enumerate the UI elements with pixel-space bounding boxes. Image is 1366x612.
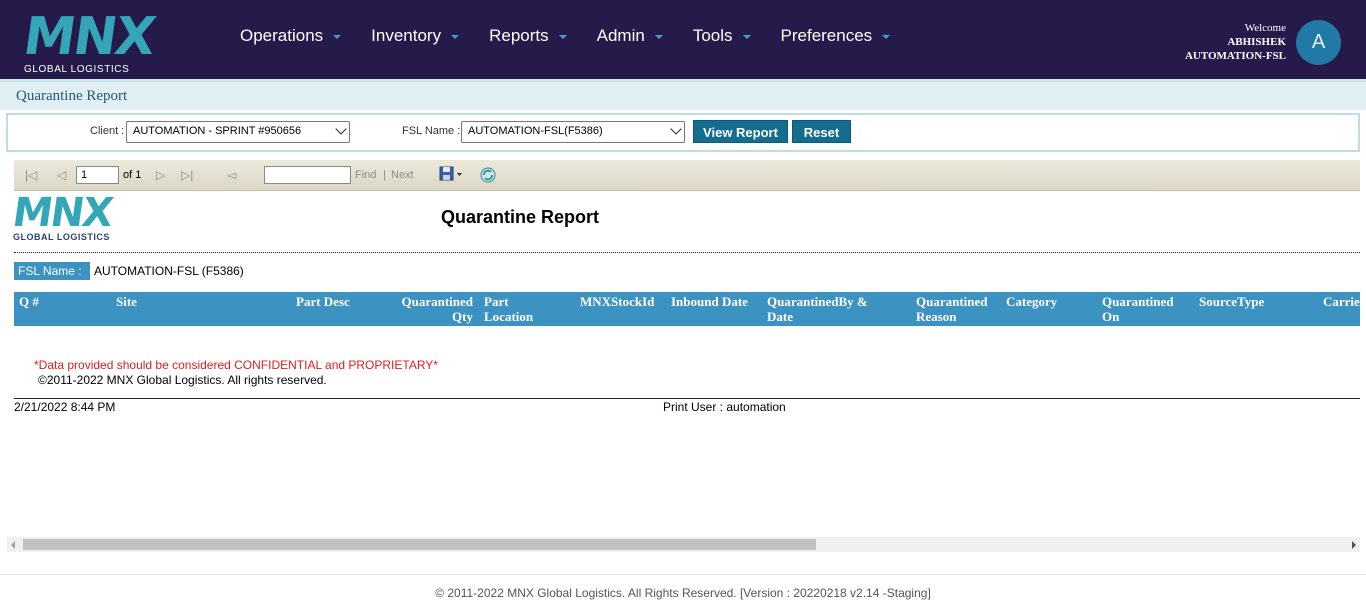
report-copyright: ©2011-2022 MNX Global Logistics. All rig… — [38, 373, 327, 387]
column-header: Part Location — [484, 294, 534, 324]
print-user: Print User : automation — [663, 400, 786, 414]
last-page-icon[interactable]: ▷| — [181, 168, 193, 182]
caret-down-icon — [654, 35, 663, 39]
menu-reports[interactable]: Reports — [489, 26, 567, 46]
main-menu: Operations Inventory Reports Admin Tools… — [240, 0, 920, 72]
report-viewer-toolbar: |◁ ◁ 1 of 1 ▷ ▷| ◅ Find | Next — [14, 160, 1360, 191]
mnx-logo[interactable]: MNX GLOBAL LOGISTICS — [20, 7, 158, 75]
previous-page-icon[interactable]: ◁ — [57, 168, 66, 182]
page-title: Quarantine Report — [16, 88, 128, 104]
page-title-bar: Quarantine Report — [0, 79, 1366, 110]
find-text-input[interactable] — [264, 166, 351, 184]
caret-down-icon — [882, 35, 891, 39]
report-timestamp: 2/21/2022 8:44 PM — [14, 400, 116, 414]
user-first-name: ABHISHEK — [1227, 36, 1286, 48]
caret-down-icon — [558, 35, 567, 39]
menu-admin[interactable]: Admin — [597, 26, 663, 46]
site-footer: © 2011-2022 MNX Global Logistics. All Ri… — [435, 586, 931, 600]
reset-button[interactable]: Reset — [792, 120, 851, 143]
column-header: Q # — [19, 294, 39, 309]
user-avatar[interactable]: A — [1296, 20, 1341, 65]
refresh-icon[interactable] — [479, 166, 497, 189]
column-header: Part Desc — [296, 294, 350, 309]
report-logo-text: MNX — [9, 190, 115, 236]
menu-label: Inventory — [371, 26, 442, 45]
client-select[interactable]: AUTOMATION - SPRINT #950656 — [126, 121, 350, 143]
filter-panel: Client : AUTOMATION - SPRINT #950656 FSL… — [6, 113, 1360, 152]
next-link[interactable]: Next — [391, 169, 414, 181]
welcome-label: Welcome — [1244, 22, 1286, 34]
report-table-header: Q # Site Part Desc Quarantined Qty Part … — [14, 292, 1360, 326]
column-header: Carrie — [1323, 294, 1360, 309]
find-link[interactable]: Find — [355, 169, 376, 181]
menu-label: Preferences — [780, 26, 873, 45]
menu-label: Tools — [692, 26, 733, 45]
horizontal-scrollbar[interactable] — [7, 537, 1360, 552]
logo-text: MNX — [19, 7, 158, 67]
chevron-down-icon — [335, 123, 347, 135]
menu-label: Reports — [489, 26, 549, 45]
client-label: Client : — [90, 125, 125, 137]
report-fsl-label: FSL Name : — [14, 262, 90, 280]
caret-down-icon — [742, 35, 751, 39]
column-header: SourceType — [1199, 294, 1265, 309]
user-last-name: AUTOMATION-FSL — [1184, 50, 1286, 62]
chevron-down-icon — [670, 123, 682, 135]
dotted-divider — [14, 252, 1360, 253]
column-header: Quarantined On — [1102, 294, 1174, 324]
scroll-left-icon[interactable] — [11, 541, 15, 549]
column-header: Quarantined Reason — [916, 294, 988, 324]
column-header: Category — [1006, 294, 1058, 309]
footer-divider — [0, 574, 1366, 575]
find-separator: | — [383, 169, 386, 181]
fsl-select-value: AUTOMATION-FSL(F5386) — [468, 125, 603, 137]
column-header: Quarantined Qty — [401, 294, 473, 324]
menu-label: Admin — [596, 26, 645, 45]
menu-label: Operations — [240, 26, 324, 45]
report-title: Quarantine Report — [441, 207, 600, 227]
column-header: MNXStockId — [580, 294, 655, 309]
page-number-input[interactable]: 1 — [76, 166, 119, 184]
report-footer-divider — [14, 398, 1360, 399]
back-icon[interactable]: ◅ — [227, 168, 236, 182]
caret-down-icon — [451, 35, 460, 39]
column-header: QuarantinedBy & Date — [767, 294, 868, 324]
fsl-name-label: FSL Name : — [402, 125, 461, 137]
page-count: of 1 — [123, 169, 142, 181]
top-navigation-bar: MNX GLOBAL LOGISTICS Operations Inventor… — [0, 0, 1366, 79]
welcome-block: Welcome ABHISHEK AUTOMATION-FSL — [1185, 21, 1286, 63]
first-page-icon[interactable]: |◁ — [25, 168, 37, 182]
export-save-icon[interactable] — [439, 166, 463, 187]
caret-down-icon — [333, 35, 342, 39]
confidential-notice: *Data provided should be considered CONF… — [34, 358, 438, 372]
report-logo: MNX GLOBAL LOGISTICS — [9, 190, 115, 242]
menu-tools[interactable]: Tools — [693, 26, 751, 46]
report-fsl-value: AUTOMATION-FSL (F5386) — [94, 264, 244, 278]
client-select-value: AUTOMATION - SPRINT #950656 — [133, 125, 302, 137]
scrollbar-thumb[interactable] — [23, 539, 816, 550]
column-header: Site — [116, 294, 137, 309]
next-page-icon[interactable]: ▷ — [156, 168, 165, 182]
view-report-button[interactable]: View Report — [693, 120, 788, 143]
fsl-name-select[interactable]: AUTOMATION-FSL(F5386) — [461, 121, 685, 143]
menu-operations[interactable]: Operations — [240, 26, 342, 46]
menu-inventory[interactable]: Inventory — [371, 26, 460, 46]
column-header: Inbound Date — [671, 294, 748, 309]
menu-preferences[interactable]: Preferences — [781, 26, 891, 46]
scroll-right-icon[interactable] — [1352, 541, 1356, 549]
